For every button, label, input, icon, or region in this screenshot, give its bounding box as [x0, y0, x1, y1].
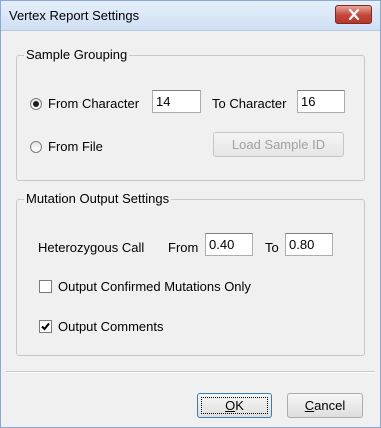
heterozygous-from-input[interactable]: 0.40: [205, 233, 253, 256]
checkmark-icon: [41, 322, 50, 331]
to-character-input[interactable]: 16: [297, 90, 345, 113]
heterozygous-from-label: From: [168, 240, 199, 255]
focus-rectangle: [201, 397, 268, 414]
mutation-output-group: Mutation Output Settings Heterozygous Ca…: [16, 191, 365, 356]
load-sample-id-button[interactable]: Load Sample ID: [213, 132, 344, 157]
heterozygous-to-label: To: [265, 240, 279, 255]
title-bar[interactable]: Vertex Report Settings: [1, 1, 380, 31]
from-file-radio[interactable]: [30, 141, 42, 153]
cancel-button[interactable]: Cancel: [287, 393, 363, 418]
radio-selected-dot: [33, 101, 39, 107]
sample-grouping-legend: Sample Grouping: [24, 47, 130, 62]
output-comments-label[interactable]: Output Comments: [58, 319, 164, 334]
close-icon: [348, 9, 359, 20]
close-button[interactable]: [335, 5, 372, 24]
cancel-label-rest: ancel: [314, 398, 346, 413]
from-file-label[interactable]: From File: [48, 139, 103, 154]
footer-separator: [6, 371, 375, 373]
ok-button[interactable]: OK: [197, 393, 272, 418]
dialog-client-area: Sample Grouping From Character 14 To Cha…: [6, 31, 375, 423]
confirmed-only-label[interactable]: Output Confirmed Mutations Only: [58, 279, 251, 294]
sample-grouping-group: Sample Grouping From Character 14 To Cha…: [16, 47, 365, 181]
heterozygous-to-input[interactable]: 0.80: [285, 233, 333, 256]
dialog-window: Vertex Report Settings Sample Grouping F…: [0, 0, 381, 428]
cancel-mnemonic: C: [304, 398, 315, 413]
output-comments-checkbox[interactable]: [39, 320, 52, 333]
confirmed-only-checkbox[interactable]: [39, 280, 52, 293]
to-character-label: To Character: [212, 96, 287, 111]
from-character-label[interactable]: From Character: [48, 96, 139, 111]
from-character-input[interactable]: 14: [152, 90, 201, 113]
window-title: Vertex Report Settings: [9, 8, 140, 23]
mutation-output-legend: Mutation Output Settings: [24, 191, 172, 206]
heterozygous-call-label: Heterozygous Call: [38, 240, 145, 255]
from-character-radio[interactable]: [30, 98, 42, 110]
